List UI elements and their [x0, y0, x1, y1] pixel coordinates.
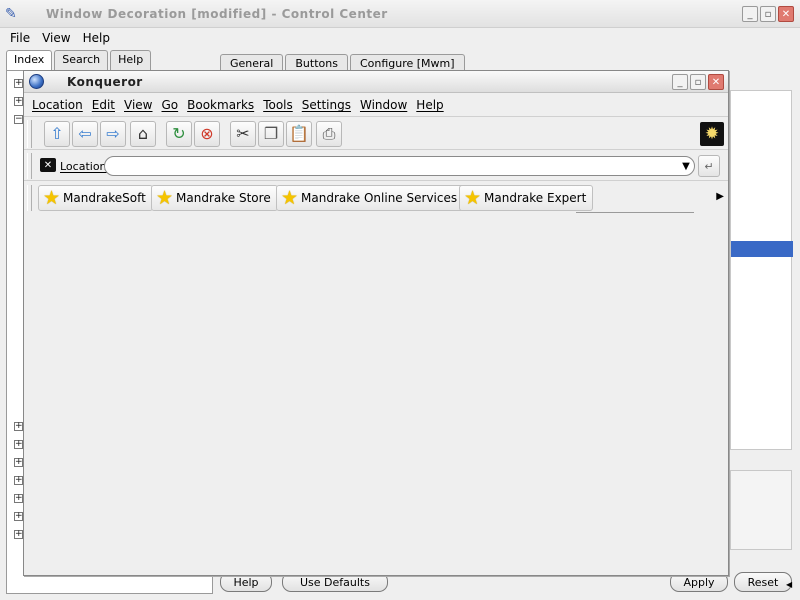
decoration-list[interactable] — [730, 90, 793, 450]
tree-collapse-icon[interactable]: − — [14, 115, 23, 124]
menu-tools[interactable]: Tools — [263, 98, 293, 112]
toolbar-handle[interactable] — [27, 120, 32, 148]
cut-icon: ✂ — [236, 124, 250, 143]
tab-index[interactable]: Index — [6, 50, 53, 70]
location-label: Location — [60, 160, 107, 173]
bookmark-label: Mandrake Expert — [484, 191, 587, 205]
print-button[interactable]: ⎙ — [316, 121, 342, 147]
bookmark-star-icon: ★ — [156, 187, 174, 209]
copy-button[interactable]: ❐ — [258, 121, 284, 147]
tab-help[interactable]: Help — [110, 50, 152, 70]
bookmark-star-icon: ★ — [43, 187, 61, 209]
bookmark-label: Mandrake Online Services — [301, 191, 458, 205]
print-icon: ⎙ — [322, 124, 336, 143]
menu-settings[interactable]: Settings — [302, 98, 351, 112]
close-button[interactable]: ✕ — [708, 74, 724, 90]
bookmark-mandrakesoft[interactable]: ★ MandrakeSoft — [38, 185, 153, 211]
tree-expand-icon[interactable]: + — [14, 530, 23, 539]
bookmark-mandrake-online-services[interactable]: ★ Mandrake Online Services — [276, 185, 465, 211]
menu-window[interactable]: Window — [360, 98, 407, 112]
konqueror-window: Konqueror _ ▫ ✕ Location Edit View Go Bo… — [23, 70, 729, 576]
minimize-button[interactable]: _ — [742, 6, 758, 22]
copy-icon: ❐ — [263, 124, 279, 143]
close-button[interactable]: ✕ — [778, 6, 794, 22]
maximize-button[interactable]: ▫ — [760, 6, 776, 22]
clear-location-icon[interactable]: ✕ — [40, 158, 56, 172]
bookmark-star-icon: ★ — [281, 187, 299, 209]
control-center-menubar: File View Help — [0, 28, 800, 48]
tree-expand-icon[interactable]: + — [14, 440, 23, 449]
paste-icon: 📋 — [289, 124, 309, 143]
bookmark-label: Mandrake Store — [176, 191, 271, 205]
bookmark-mandrake-store[interactable]: ★ Mandrake Store — [151, 185, 278, 211]
cut-button[interactable]: ✂ — [230, 121, 256, 147]
tree-expand-icon[interactable]: + — [14, 458, 23, 467]
minimize-button[interactable]: _ — [672, 74, 688, 90]
browser-content-area[interactable] — [24, 215, 728, 575]
stop-icon: ⊗ — [200, 124, 214, 143]
tree-expand-icon[interactable]: + — [14, 512, 23, 521]
menu-help[interactable]: Help — [416, 98, 443, 112]
decoration-options-panel — [730, 470, 792, 550]
tree-expand-icon[interactable]: + — [14, 97, 23, 106]
bookmark-star-icon: ★ — [464, 187, 482, 209]
menu-go[interactable]: Go — [162, 98, 179, 112]
up-arrow-icon: ⇧ — [50, 124, 64, 143]
up-button[interactable]: ⇧ — [44, 121, 70, 147]
main-toolbar: ⇧ ⇦ ⇨ ⌂ ↻ ⊗ ✂ ❐ 📋 ⎙ ✹ — [24, 116, 728, 150]
menu-edit[interactable]: Edit — [92, 98, 115, 112]
toolbar-handle[interactable] — [27, 185, 32, 211]
tree-expand-icon[interactable]: + — [14, 494, 23, 503]
konqueror-globe-icon[interactable] — [29, 74, 44, 89]
menu-view[interactable]: View — [124, 98, 152, 112]
home-button[interactable]: ⌂ — [130, 121, 156, 147]
menu-location[interactable]: Location — [32, 98, 83, 112]
control-center-titlebar[interactable]: ✎ Window Decoration [modified] - Control… — [0, 0, 800, 28]
back-arrow-icon: ⇦ — [78, 124, 92, 143]
bookmark-toolbar: ★ MandrakeSoft ★ Mandrake Store ★ Mandra… — [24, 182, 728, 214]
forward-button[interactable]: ⇨ — [100, 121, 126, 147]
konqueror-menubar: Location Edit View Go Bookmarks Tools Se… — [24, 94, 728, 116]
scroll-left-arrow-icon[interactable]: ◀ — [786, 580, 792, 589]
location-toolbar: ✕ Location ▼ ↵ — [24, 151, 728, 181]
control-center-title: Window Decoration [modified] - Control C… — [46, 7, 388, 21]
tree-expand-icon[interactable]: + — [14, 79, 23, 88]
gear-icon[interactable]: ✹ — [700, 122, 724, 146]
chevron-down-icon[interactable]: ▼ — [679, 158, 693, 174]
control-center-app-icon: ✎ — [5, 6, 17, 22]
konqueror-titlebar[interactable]: Konqueror _ ▫ ✕ — [24, 71, 728, 93]
reset-button[interactable]: Reset — [734, 572, 792, 592]
back-button[interactable]: ⇦ — [72, 121, 98, 147]
bookmark-label: MandrakeSoft — [63, 191, 146, 205]
stop-button[interactable]: ⊗ — [194, 121, 220, 147]
menu-help[interactable]: Help — [83, 31, 110, 45]
selected-decoration-row[interactable] — [731, 241, 793, 257]
reload-button[interactable]: ↻ — [166, 121, 192, 147]
paste-button[interactable]: 📋 — [286, 121, 312, 147]
menu-file[interactable]: File — [10, 31, 30, 45]
menu-bookmarks[interactable]: Bookmarks — [187, 98, 254, 112]
forward-arrow-icon: ⇨ — [106, 124, 120, 143]
bookmark-mandrake-expert[interactable]: ★ Mandrake Expert — [459, 185, 594, 211]
more-bookmarks-arrow-icon[interactable]: ▶ — [716, 191, 724, 202]
tree-expand-icon[interactable]: + — [14, 476, 23, 485]
konqueror-title: Konqueror — [67, 75, 143, 89]
tab-search[interactable]: Search — [54, 50, 109, 70]
tree-expand-icon[interactable]: + — [14, 422, 23, 431]
reload-icon: ↻ — [172, 124, 186, 143]
bookmark-divider — [576, 212, 694, 213]
go-button[interactable]: ↵ — [698, 155, 720, 177]
menu-view[interactable]: View — [42, 31, 70, 45]
location-input[interactable] — [104, 156, 695, 176]
maximize-button[interactable]: ▫ — [690, 74, 706, 90]
home-icon: ⌂ — [137, 124, 149, 143]
toolbar-handle[interactable] — [27, 153, 32, 179]
